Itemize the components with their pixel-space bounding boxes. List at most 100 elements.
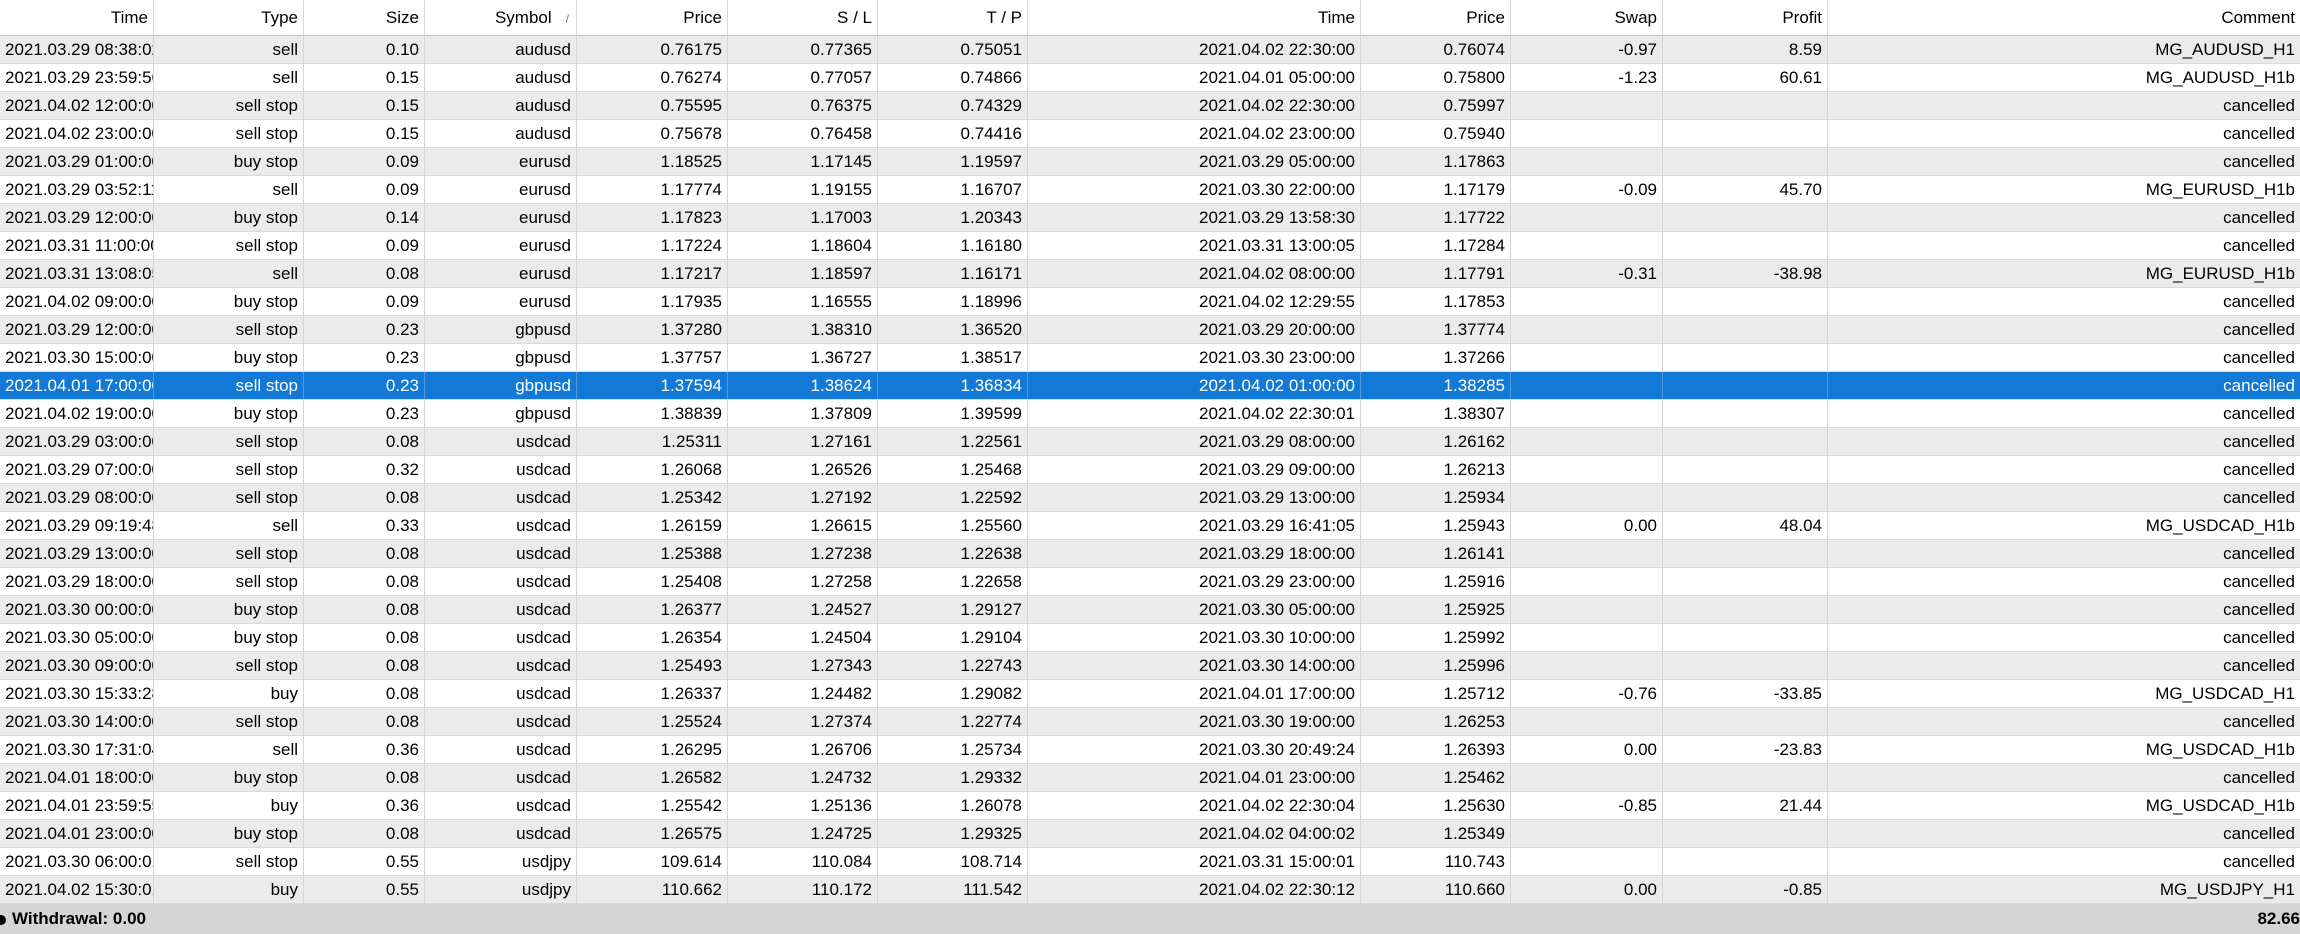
cell-close-time: 2021.04.02 04:00:02: [1028, 820, 1361, 847]
col-header-type[interactable]: Type: [154, 0, 304, 35]
table-row[interactable]: 2021.04.01 17:00:00 sell stop 0.23 gbpusd 1.…: [0, 372, 2300, 400]
cell-swap: 0.00: [1511, 512, 1663, 539]
table-row[interactable]: 2021.03.30 05:00:00 buy stop 0.08 usdcad 1.2…: [0, 624, 2300, 652]
cell-comment: MG_USDJPY_H1: [2159, 880, 2295, 899]
cell-close-time: 2021.04.02 22:30:12: [1028, 876, 1361, 903]
status-footer: Withdrawal: 0.00 82.66: [0, 904, 2300, 934]
col-header-time[interactable]: Time: [0, 0, 154, 35]
cell-size: 0.23: [304, 372, 425, 399]
cell-sl: 1.38310: [728, 316, 878, 343]
cell-size: 0.08: [304, 680, 425, 707]
table-row[interactable]: 2021.03.31 11:00:00 sell stop 0.09 eurusd 1.…: [0, 232, 2300, 260]
cell-close-time: 2021.04.01 23:00:00: [1028, 764, 1361, 791]
cell-open-time: 2021.03.30 14:00:00: [0, 708, 154, 735]
table-row[interactable]: 2021.03.29 03:00:00 sell stop 0.08 usdcad 1.…: [0, 428, 2300, 456]
table-row[interactable]: 2021.03.29 09:19:48 sell 0.33 usdcad 1.26159…: [0, 512, 2300, 540]
cell-open-price: 0.76175: [577, 36, 728, 63]
table-row[interactable]: 2021.03.29 18:00:00 sell stop 0.08 usdcad 1.…: [0, 568, 2300, 596]
cell-profit: [1663, 372, 1828, 399]
table-row[interactable]: 2021.04.02 15:30:01 buy 0.55 usdjpy 110.662 1…: [0, 876, 2300, 904]
cell-close-time: 2021.03.29 13:58:30: [1028, 204, 1361, 231]
table-row[interactable]: 2021.03.31 13:08:05 sell 0.08 eurusd 1.17217…: [0, 260, 2300, 288]
cell-comment: cancelled: [2223, 768, 2295, 787]
col-header-swap[interactable]: Swap: [1511, 0, 1663, 35]
cell-comment: cancelled: [2223, 712, 2295, 731]
cell-type: buy stop: [154, 624, 304, 651]
cell-open-time: 2021.04.01 18:00:00: [0, 764, 154, 791]
table-row[interactable]: 2021.03.30 00:00:00 buy stop 0.08 usdcad 1.2…: [0, 596, 2300, 624]
table-row[interactable]: 2021.03.29 12:00:00 sell stop 0.23 gbpusd 1.…: [0, 316, 2300, 344]
col-header-close-price[interactable]: Price: [1361, 0, 1511, 35]
cell-close-time: 2021.03.30 23:00:00: [1028, 344, 1361, 371]
cell-comment: cancelled: [2223, 460, 2295, 479]
table-row[interactable]: 2021.03.29 08:00:00 sell stop 0.08 usdcad 1.…: [0, 484, 2300, 512]
cell-type: sell stop: [154, 120, 304, 147]
cell-comment: MG_USDCAD_H1: [2155, 684, 2295, 703]
col-header-profit[interactable]: Profit: [1663, 0, 1828, 35]
cell-symbol: usdcad: [425, 820, 577, 847]
table-row[interactable]: 2021.03.30 17:31:04 sell 0.36 usdcad 1.26295…: [0, 736, 2300, 764]
col-header-close-time[interactable]: Time: [1028, 0, 1361, 35]
table-row[interactable]: 2021.04.02 09:00:00 buy stop 0.09 eurusd 1.1…: [0, 288, 2300, 316]
cell-size: 0.09: [304, 148, 425, 175]
cell-profit: 45.70: [1663, 176, 1828, 203]
cell-size: 0.08: [304, 260, 425, 287]
cell-profit: [1663, 652, 1828, 679]
cell-open-price: 1.26159: [577, 512, 728, 539]
cell-swap: [1511, 232, 1663, 259]
cell-close-time: 2021.03.30 14:00:00: [1028, 652, 1361, 679]
cell-comment: MG_AUDUSD_H1: [2155, 40, 2295, 59]
cell-close-time: 2021.03.30 20:49:24: [1028, 736, 1361, 763]
cell-tp: 1.38517: [878, 344, 1028, 371]
cell-sl: 1.24482: [728, 680, 878, 707]
table-row[interactable]: 2021.04.01 23:00:00 buy stop 0.08 usdcad 1.2…: [0, 820, 2300, 848]
cell-tp: 108.714: [878, 848, 1028, 875]
table-row[interactable]: 2021.03.29 23:59:56 sell 0.15 audusd 0.76274…: [0, 64, 2300, 92]
col-header-comment[interactable]: Comment: [1828, 0, 2300, 35]
table-row[interactable]: 2021.04.02 12:00:00 sell stop 0.15 audusd 0.…: [0, 92, 2300, 120]
cell-type: buy stop: [154, 148, 304, 175]
cell-close-price: 1.25462: [1361, 764, 1511, 791]
cell-swap: [1511, 708, 1663, 735]
table-row[interactable]: 2021.04.02 19:00:00 buy stop 0.23 gbpusd 1.3…: [0, 400, 2300, 428]
cell-tp: 1.22658: [878, 568, 1028, 595]
table-row[interactable]: 2021.03.30 15:33:28 buy 0.08 usdcad 1.26337 1…: [0, 680, 2300, 708]
col-header-price[interactable]: Price: [577, 0, 728, 35]
cell-profit: [1663, 764, 1828, 791]
table-row[interactable]: 2021.03.29 01:00:00 buy stop 0.09 eurusd 1.1…: [0, 148, 2300, 176]
cell-symbol: gbpusd: [425, 344, 577, 371]
table-row[interactable]: 2021.03.30 14:00:00 sell stop 0.08 usdcad 1.…: [0, 708, 2300, 736]
cell-sl: 1.17145: [728, 148, 878, 175]
cell-swap: [1511, 540, 1663, 567]
table-row[interactable]: 2021.04.01 18:00:00 buy stop 0.08 usdcad 1.2…: [0, 764, 2300, 792]
table-row[interactable]: 2021.03.29 08:38:02 sell 0.10 audusd 0.76175…: [0, 36, 2300, 64]
table-row[interactable]: 2021.03.29 13:00:00 sell stop 0.08 usdcad 1.…: [0, 540, 2300, 568]
col-header-size[interactable]: Size: [304, 0, 425, 35]
cell-profit: 60.61: [1663, 64, 1828, 91]
cell-open-price: 1.38839: [577, 400, 728, 427]
cell-profit: [1663, 232, 1828, 259]
cell-close-time: 2021.04.02 22:30:00: [1028, 36, 1361, 63]
cell-close-price: 1.25712: [1361, 680, 1511, 707]
table-row[interactable]: 2021.03.30 06:00:01 sell stop 0.55 usdjpy 10…: [0, 848, 2300, 876]
table-row[interactable]: 2021.03.29 03:52:11 sell 0.09 eurusd 1.17774…: [0, 176, 2300, 204]
cell-profit: -33.85: [1663, 680, 1828, 707]
cell-open-price: 1.26582: [577, 764, 728, 791]
col-header-symbol-label: Symbol: [494, 8, 552, 27]
cell-close-time: 2021.04.01 05:00:00: [1028, 64, 1361, 91]
table-row[interactable]: 2021.04.01 23:59:55 buy 0.36 usdcad 1.25542 1…: [0, 792, 2300, 820]
table-row[interactable]: 2021.03.30 15:00:00 buy stop 0.23 gbpusd 1.3…: [0, 344, 2300, 372]
table-row[interactable]: 2021.03.30 09:00:00 sell stop 0.08 usdcad 1.…: [0, 652, 2300, 680]
cell-comment: cancelled: [2223, 852, 2295, 871]
table-row[interactable]: 2021.03.29 07:00:00 sell stop 0.32 usdcad 1.…: [0, 456, 2300, 484]
col-header-tp[interactable]: T / P: [878, 0, 1028, 35]
table-row[interactable]: 2021.03.29 12:00:00 buy stop 0.14 eurusd 1.1…: [0, 204, 2300, 232]
table-row[interactable]: 2021.04.02 23:00:00 sell stop 0.15 audusd 0.…: [0, 120, 2300, 148]
cell-size: 0.23: [304, 316, 425, 343]
cell-open-time: 2021.04.02 23:00:00: [0, 120, 154, 147]
cell-sl: 1.16555: [728, 288, 878, 315]
cell-symbol: usdcad: [425, 484, 577, 511]
col-header-sl[interactable]: S / L: [728, 0, 878, 35]
cell-close-time: 2021.04.02 08:00:00: [1028, 260, 1361, 287]
col-header-symbol[interactable]: Symbol /: [425, 0, 577, 35]
